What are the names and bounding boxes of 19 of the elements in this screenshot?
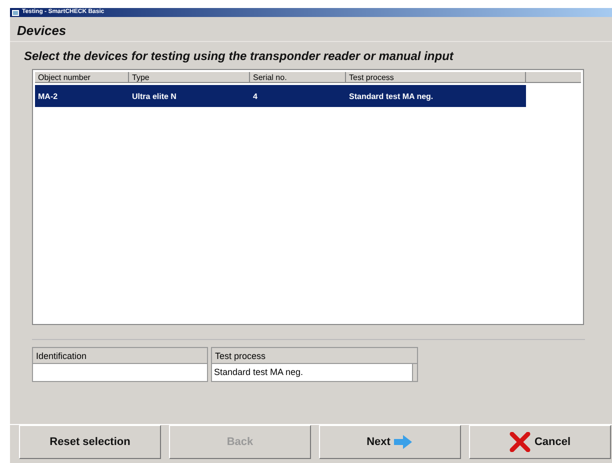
table-cell: Ultra elite N (132, 92, 176, 100)
column-header[interactable]: Type (129, 72, 250, 83)
wizard-button[interactable]: Cancel (469, 425, 611, 459)
input-field[interactable] (32, 363, 208, 382)
page-heading: Devices (10, 17, 612, 42)
wizard-button[interactable]: Next (319, 425, 461, 459)
instruction-text: Select the devices for testing using the transponder reader or manual input (23, 48, 455, 65)
table-row[interactable]: MA-2 Ultra elite N 4 Standard test MA neg. (35, 85, 526, 107)
table-cell: 4 (253, 92, 258, 100)
table-cell: Standard test MA neg. (349, 92, 434, 100)
dropdown-field[interactable]: Standard test MA neg. (211, 363, 418, 382)
cross-icon (509, 432, 532, 452)
column-header (526, 72, 581, 83)
arrow-icon (393, 435, 414, 449)
column-header[interactable]: Test process (346, 72, 526, 83)
column-header[interactable]: Serial no. (250, 72, 346, 83)
table-cell: MA-2 (38, 92, 58, 100)
wizard-button[interactable]: Reset selection (19, 425, 161, 459)
column-header[interactable]: Object number (35, 72, 129, 83)
